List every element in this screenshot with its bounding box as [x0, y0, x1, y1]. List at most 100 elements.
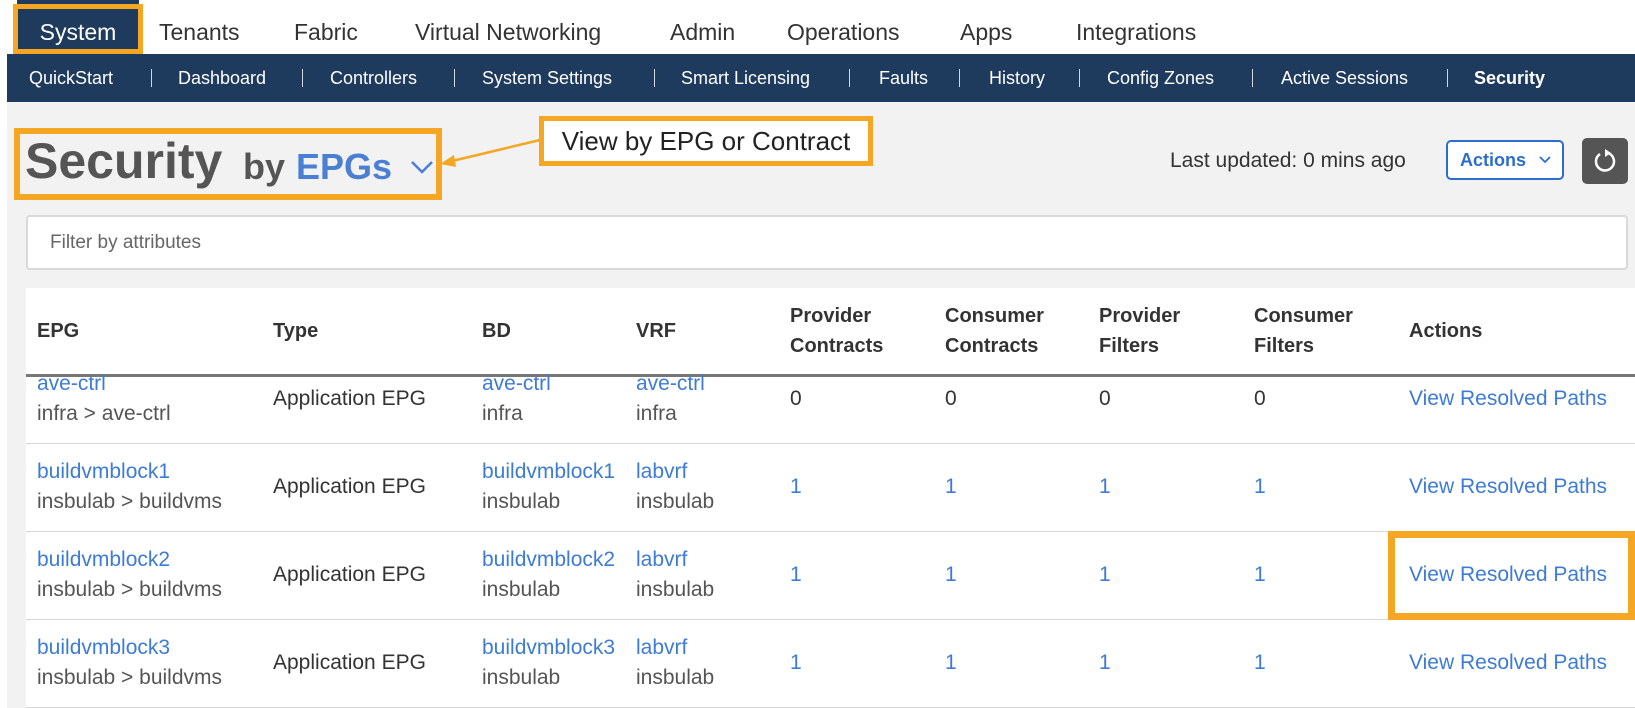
view-resolved-paths-link[interactable]: View Resolved Paths — [1409, 471, 1607, 502]
consumer-filters-count[interactable]: 1 — [1254, 559, 1266, 590]
provider-contracts-count[interactable]: 1 — [790, 471, 802, 502]
vrf-link[interactable]: labvrf — [636, 456, 687, 487]
bd-link[interactable]: buildvmblock1 — [482, 456, 626, 487]
subnav-security[interactable]: Security — [1474, 54, 1545, 102]
consumer-contracts-count[interactable]: 1 — [945, 559, 957, 590]
header-line: Consumer — [945, 305, 1044, 327]
header-line: Contracts — [945, 335, 1039, 357]
consumer-contracts-count[interactable]: 1 — [945, 647, 957, 678]
vrf-tenant: insbulab — [636, 490, 715, 513]
bd-tenant: insbulab — [482, 490, 561, 513]
subnav-faults[interactable]: Faults — [879, 54, 928, 102]
column-header-consumer-filters[interactable]: Consumer Filters — [1254, 301, 1353, 361]
vrf-tenant: insbulab — [636, 578, 715, 601]
epg-path: insbulab > buildvms — [37, 490, 223, 513]
provider-filters-count[interactable]: 1 — [1099, 471, 1111, 502]
vrf-link[interactable]: labvrf — [636, 632, 687, 663]
subnav-smart-licensing[interactable]: Smart Licensing — [681, 54, 810, 102]
epg-link[interactable]: buildvmblock3 — [37, 632, 170, 663]
security-table: EPG Type BD VRF Provider Contracts Consu… — [26, 288, 1635, 708]
filter-input[interactable]: Filter by attributes — [26, 215, 1628, 270]
provider-filters-count[interactable]: 1 — [1099, 559, 1111, 590]
header-line: Filters — [1254, 335, 1315, 357]
header-line: Filters — [1099, 335, 1160, 357]
epg-path: insbulab > buildvms — [37, 666, 223, 689]
actions-button[interactable]: Actions — [1446, 140, 1564, 180]
sub-nav: QuickStart Dashboard Controllers System … — [7, 54, 1635, 102]
vrf-tenant: infra — [636, 402, 677, 425]
tab-virtual-networking[interactable]: Virtual Networking — [397, 0, 619, 54]
subnav-system-settings[interactable]: System Settings — [482, 54, 612, 102]
column-header-consumer-contracts[interactable]: Consumer Contracts — [945, 301, 1044, 361]
column-header-bd[interactable]: BD — [482, 316, 511, 346]
subnav-separator — [151, 69, 152, 87]
tab-apps[interactable]: Apps — [942, 0, 1030, 54]
subnav-history[interactable]: History — [989, 54, 1045, 102]
column-header-provider-filters[interactable]: Provider Filters — [1099, 301, 1180, 361]
tab-fabric[interactable]: Fabric — [276, 0, 376, 54]
subnav-separator — [1252, 69, 1253, 87]
view-selector-highlight — [14, 128, 442, 200]
tab-admin[interactable]: Admin — [652, 0, 753, 54]
subnav-quickstart[interactable]: QuickStart — [29, 54, 113, 102]
header-line: Consumer — [1254, 305, 1353, 327]
refresh-button[interactable] — [1582, 138, 1628, 184]
epg-path: insbulab > buildvms — [37, 578, 223, 601]
column-header-vrf[interactable]: VRF — [636, 316, 676, 346]
subnav-separator — [654, 69, 655, 87]
subnav-separator — [1079, 69, 1080, 87]
tab-integrations[interactable]: Integrations — [1058, 0, 1214, 54]
bd-tenant: infra — [482, 402, 523, 425]
provider-filters-count: 0 — [1099, 387, 1111, 410]
top-nav: System Tenants Fabric Virtual Networking… — [0, 0, 1635, 54]
system-tab-highlight — [13, 4, 143, 54]
actions-button-label: Actions — [1460, 150, 1527, 170]
consumer-filters-count: 0 — [1254, 387, 1266, 410]
subnav-separator — [849, 69, 850, 87]
view-resolved-paths-link[interactable]: View Resolved Paths — [1409, 383, 1607, 414]
subnav-config-zones[interactable]: Config Zones — [1107, 54, 1214, 102]
subnav-controllers[interactable]: Controllers — [330, 54, 417, 102]
view-resolved-paths-link[interactable]: View Resolved Paths — [1409, 647, 1607, 678]
epg-link[interactable]: buildvmblock1 — [37, 456, 170, 487]
vrf-link[interactable]: ave-ctrl — [636, 368, 705, 399]
bd-tenant: insbulab — [482, 666, 561, 689]
consumer-contracts-count[interactable]: 1 — [945, 471, 957, 502]
row-divider — [26, 443, 1635, 444]
epg-link[interactable]: ave-ctrl — [37, 368, 106, 399]
consumer-filters-count[interactable]: 1 — [1254, 471, 1266, 502]
epg-type: Application EPG — [273, 651, 426, 674]
last-updated-text: Last updated: 0 mins ago — [1170, 149, 1406, 172]
epg-type: Application EPG — [273, 387, 426, 410]
subnav-active-sessions[interactable]: Active Sessions — [1281, 54, 1408, 102]
header-line: Provider — [790, 305, 872, 327]
chevron-down-icon — [1539, 156, 1551, 164]
subnav-separator — [1447, 69, 1448, 87]
bd-link[interactable]: buildvmblock2 — [482, 544, 626, 575]
refresh-icon — [1594, 149, 1616, 172]
tab-operations[interactable]: Operations — [769, 0, 918, 54]
column-header-actions: Actions — [1409, 320, 1483, 342]
header-divider — [26, 374, 1635, 377]
view-resolved-paths-highlight — [1388, 531, 1635, 620]
tab-tenants[interactable]: Tenants — [141, 0, 258, 54]
subnav-dashboard[interactable]: Dashboard — [178, 54, 266, 102]
epg-path: infra > ave-ctrl — [37, 402, 171, 425]
callout-arrow-icon — [440, 138, 541, 167]
provider-contracts-count[interactable]: 1 — [790, 647, 802, 678]
bd-link[interactable]: buildvmblock3 — [482, 632, 626, 663]
bd-tenant: insbulab — [482, 578, 561, 601]
column-header-type[interactable]: Type — [273, 316, 318, 346]
epg-link[interactable]: buildvmblock2 — [37, 544, 170, 575]
header-line: Provider — [1099, 305, 1181, 327]
consumer-contracts-count: 0 — [945, 387, 957, 410]
provider-filters-count[interactable]: 1 — [1099, 647, 1111, 678]
bd-link[interactable]: ave-ctrl — [482, 368, 626, 399]
vrf-link[interactable]: labvrf — [636, 544, 687, 575]
header-line: Contracts — [790, 335, 884, 357]
column-header-epg[interactable]: EPG — [37, 316, 79, 346]
provider-contracts-count[interactable]: 1 — [790, 559, 802, 590]
provider-contracts-count: 0 — [790, 387, 802, 410]
consumer-filters-count[interactable]: 1 — [1254, 647, 1266, 678]
column-header-provider-contracts[interactable]: Provider Contracts — [790, 301, 883, 361]
